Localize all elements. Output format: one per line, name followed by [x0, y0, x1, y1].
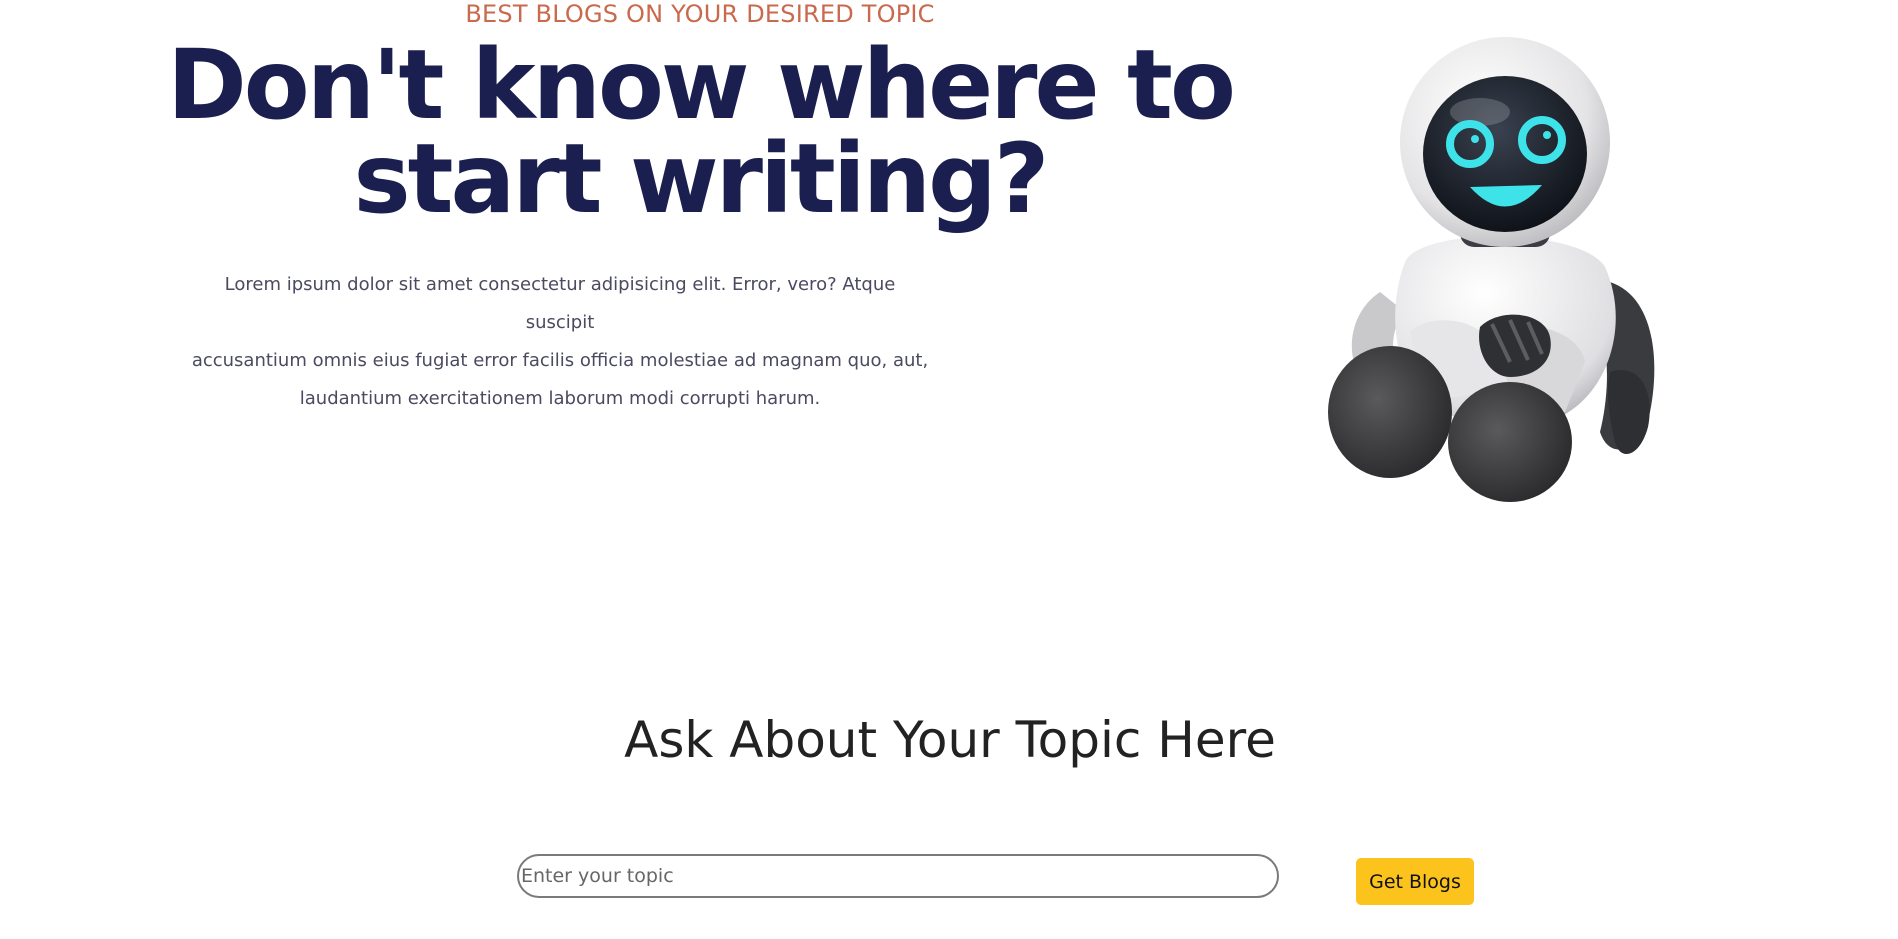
- hero-paragraph-line3: laudantium exercitationem laborum modi c…: [299, 388, 821, 409]
- hero-title: Don't know where to start writing?: [150, 37, 1250, 227]
- hero-eyebrow: BEST BLOGS ON YOUR DESIRED TOPIC: [465, 0, 935, 28]
- hero-paragraph-line2: accusantium omnis eius fugiat error faci…: [191, 350, 929, 371]
- hero-paragraph: Lorem ipsum dolor sit amet consectetur a…: [190, 266, 930, 418]
- page: BEST BLOGS ON YOUR DESIRED TOPIC Don't k…: [0, 0, 1898, 939]
- robot-illustration: [1328, 37, 1655, 502]
- get-blogs-button[interactable]: Get Blogs: [1356, 858, 1474, 905]
- section-heading: Ask About Your Topic Here: [624, 711, 1276, 769]
- hero-paragraph-line1: Lorem ipsum dolor sit amet consectetur a…: [224, 274, 896, 333]
- topic-input[interactable]: [517, 854, 1279, 898]
- hero-title-line2: start writing?: [353, 123, 1050, 235]
